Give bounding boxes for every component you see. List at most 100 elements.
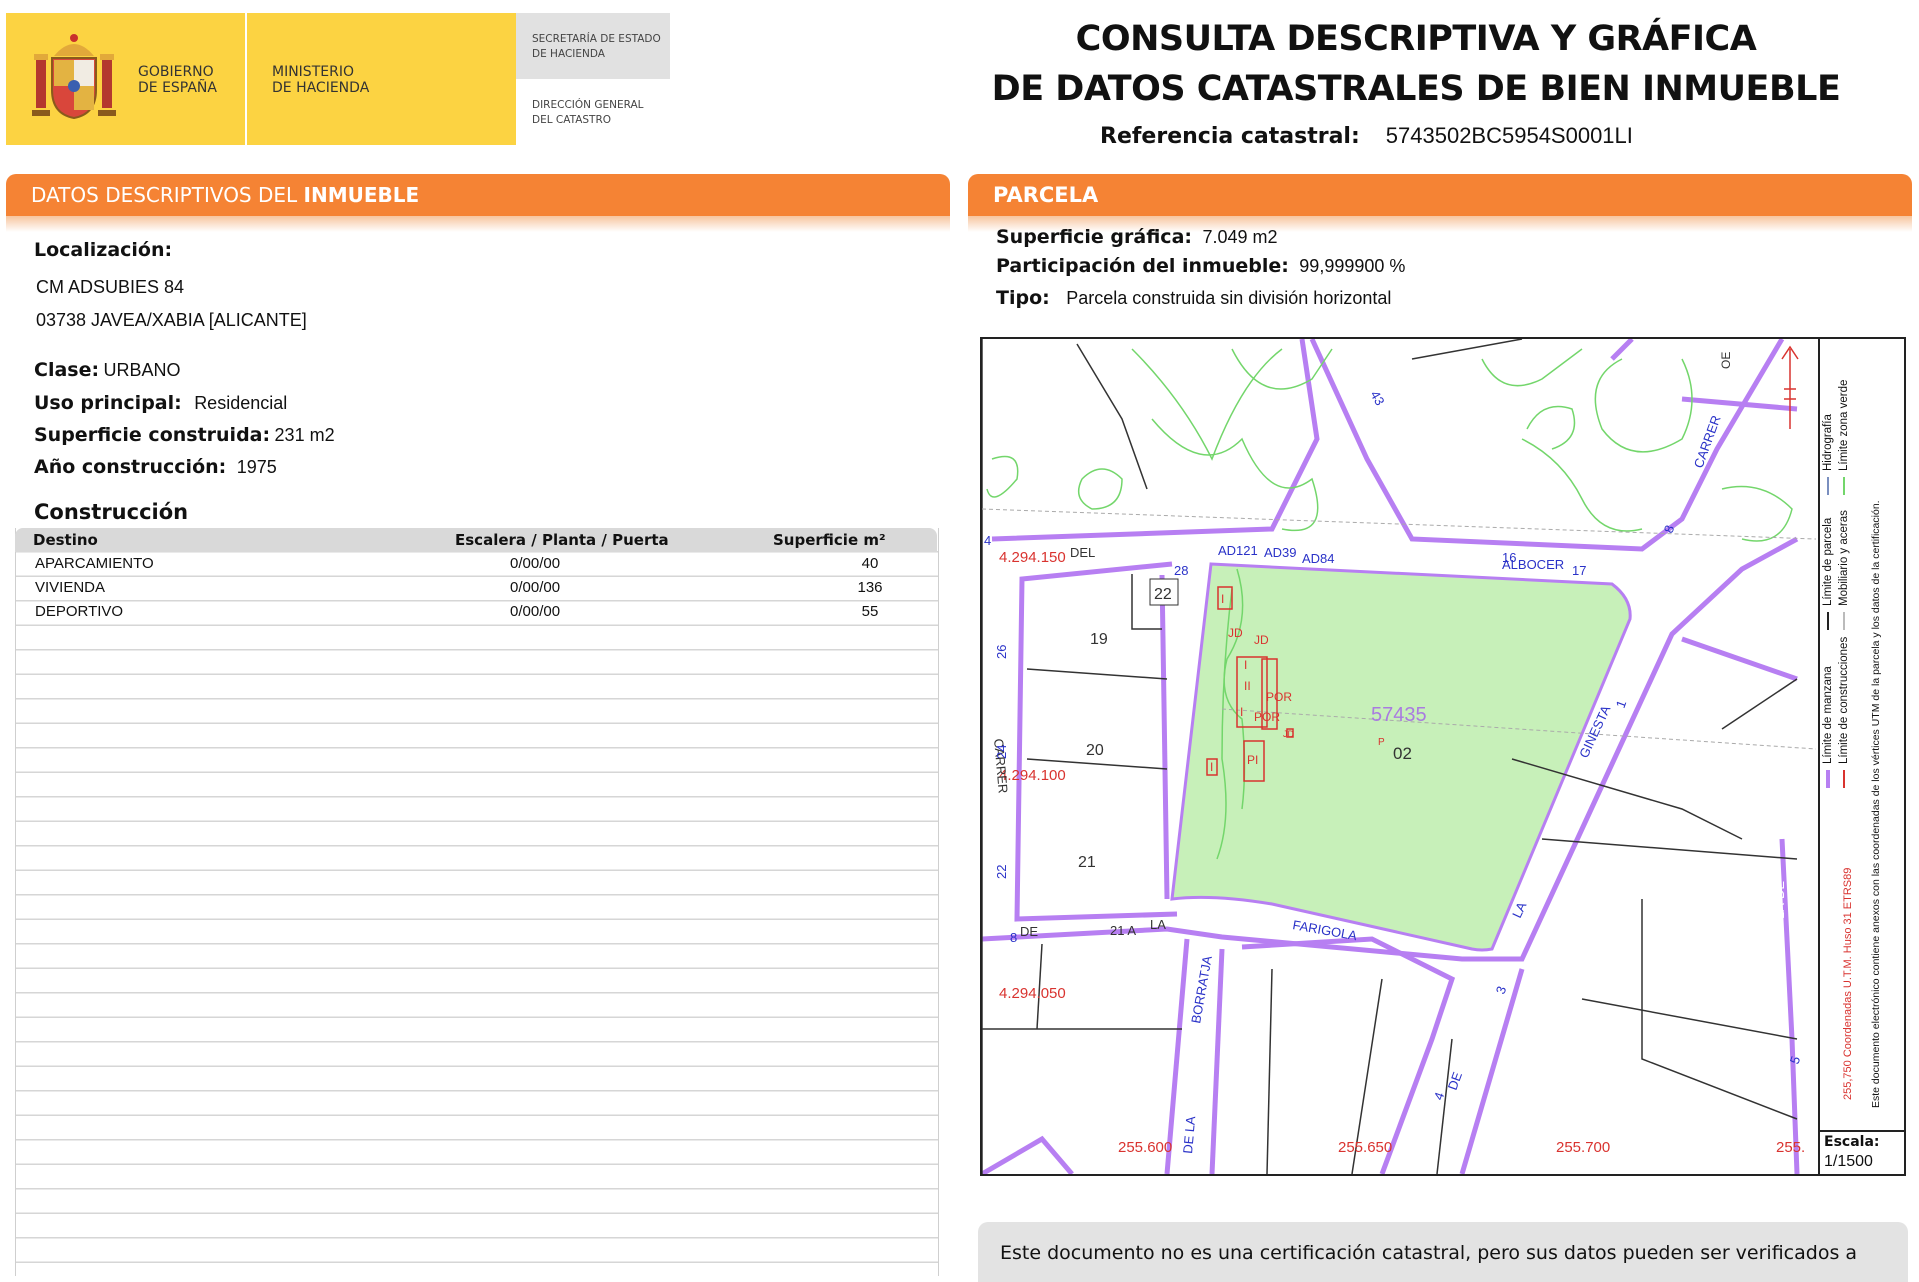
superficie-label: Superficie construida: — [34, 424, 271, 446]
plot-number: 3 — [1493, 984, 1510, 996]
logo-direccion-line1: DIRECCIÓN GENERAL — [532, 99, 644, 111]
x-coord-2: 255.650 — [1338, 1139, 1392, 1156]
tipo-label: Tipo: — [996, 287, 1050, 309]
plot-number: OE — [1719, 352, 1733, 369]
th-destino: Destino — [33, 531, 98, 549]
clase-row: Clase: URBANO — [34, 359, 181, 381]
uso-value: Residencial — [194, 393, 288, 413]
superficie-grafica-label: Superficie gráfica: — [996, 226, 1192, 248]
legend-mobiliario-text: Mobiliario y aceras — [1838, 510, 1850, 606]
anio-value: 1975 — [236, 457, 277, 477]
logo-ministerio: MINISTERIO DE HACIENDA — [272, 64, 369, 96]
participacion-value: 99,999900 % — [1299, 256, 1406, 276]
referencia-catastral: Referencia catastral: 5743502BC5954S0001L… — [1100, 123, 1633, 149]
plot-number: 17 — [1572, 563, 1586, 578]
section-header-parcela: PARCELA — [968, 174, 1912, 216]
referencia-label: Referencia catastral: — [1100, 124, 1360, 149]
legend-construcciones: Límite de construcciones — [1838, 637, 1850, 788]
building-label: I — [1244, 658, 1247, 672]
clase-label: Clase: — [34, 359, 100, 381]
table-row: APARCAMIENTO 0/00/00 40 — [15, 552, 937, 576]
construccion-title: Construcción — [34, 500, 189, 524]
street-label: DE — [1020, 924, 1038, 939]
building-label: JD — [1254, 633, 1269, 647]
section-header-datos-a: DATOS DESCRIPTIVOS DEL — [31, 183, 304, 207]
plot-number: 1 — [1613, 698, 1630, 710]
street-label: LA — [1150, 917, 1166, 932]
logo-direccion: DIRECCIÓN GENERAL DEL CATASTRO — [532, 98, 644, 128]
plot-number: 8 — [1010, 930, 1017, 945]
section-header-fade — [6, 216, 950, 232]
logo-direccion-line2: DEL CATASTRO — [532, 114, 612, 126]
cell-superficie: 40 — [861, 555, 879, 572]
participacion-row: Participación del inmueble: 99,999900 % — [996, 255, 1405, 277]
logo-secretaria-line1: SECRETARÍA DE ESTADO — [532, 33, 661, 45]
x-coord-3: 255.700 — [1556, 1139, 1610, 1156]
tipo-value: Parcela construida sin división horizont… — [1066, 288, 1392, 308]
street-label: AD39 — [1264, 545, 1297, 560]
section-header-datos: DATOS DESCRIPTIVOS DEL INMUEBLE — [6, 174, 950, 216]
superficie-grafica-value: 7.049 m2 — [1202, 227, 1278, 247]
cell-superficie: 55 — [861, 603, 879, 620]
street-label: LA — [1772, 903, 1787, 919]
street-label: DEL — [1070, 545, 1095, 560]
street-label: 21 A — [1110, 923, 1136, 938]
plot-number: 22 — [1154, 586, 1172, 603]
north-arrow-icon — [1781, 345, 1799, 429]
legend-mobiliario: Mobiliario y aceras — [1838, 510, 1850, 630]
plot-number: 28 — [1174, 563, 1188, 578]
verification-note-text: Este documento no es una certificación c… — [1000, 1242, 1858, 1264]
y-coord-1: 4.294.150 — [999, 549, 1066, 566]
cell-destino: DEPORTIVO — [35, 603, 124, 620]
building-label: POR — [1266, 690, 1292, 704]
cadastral-map-drawing[interactable]: 4.294.150 4.294.100 4.294.050 255.600 25… — [982, 339, 1816, 1174]
page-title-line2: DE DATOS CATASTRALES DE BIEN INMUEBLE — [991, 69, 1841, 109]
street-label: AD121 — [1218, 543, 1258, 558]
legend-parcela-text: Límite de parcela — [1822, 517, 1834, 606]
plot-number: 26 — [994, 645, 1009, 659]
building-label: I — [1240, 705, 1243, 719]
cell-escalera: 0/00/00 — [510, 579, 561, 596]
building-label: I — [1221, 592, 1224, 606]
plot-number: 4 — [1431, 1090, 1448, 1102]
legend-manzana-text: Límite de manzana — [1822, 666, 1834, 764]
referencia-value: 5743502BC5954S0001LI — [1385, 123, 1633, 148]
logo-gobierno-line2: DE ESPAÑA — [138, 80, 217, 96]
superficie-grafica-row: Superficie gráfica: 7.049 m2 — [996, 226, 1278, 248]
logo-secretaria-line2: DE HACIENDA — [532, 48, 605, 60]
table-row: DEPORTIVO 0/00/00 55 — [15, 600, 937, 624]
page-title-line1: CONSULTA DESCRIPTIVA Y GRÁFICA — [1075, 19, 1757, 59]
legend-hidrografia: Hidrografía — [1822, 414, 1834, 495]
building-label: POR — [1254, 710, 1280, 724]
localizacion-label: Localización: — [34, 239, 173, 261]
plot-number: 19 — [1090, 631, 1108, 648]
anio-label: Año construcción: — [34, 456, 227, 478]
building-label: JD — [1283, 729, 1295, 739]
building-label: JD — [1228, 626, 1243, 640]
coat-of-arms-icon — [32, 34, 116, 120]
legend-parcela: Límite de parcela — [1822, 518, 1834, 630]
subparcel-id-label: 02 — [1393, 744, 1412, 763]
map-scale: Escala: 1/1500 — [1818, 1130, 1906, 1176]
logo-ministerio-line2: DE HACIENDA — [272, 80, 370, 96]
building-label: I — [1210, 760, 1213, 774]
plot-number: 24 — [994, 745, 1009, 759]
tipo-row: Tipo: Parcela construida sin división ho… — [996, 287, 1391, 309]
legend-hidrografia-text: Hidrografía — [1822, 414, 1834, 471]
verification-note: Este documento no es una certificación c… — [978, 1222, 1908, 1282]
x-coord-1: 255.600 — [1118, 1139, 1172, 1156]
plot-number: 20 — [1086, 742, 1104, 759]
building-label: P — [1378, 737, 1385, 748]
table-row: VIVIENDA 0/00/00 136 — [15, 576, 937, 600]
cell-escalera: 0/00/00 — [510, 555, 561, 572]
anio-row: Año construcción: 1975 — [34, 456, 277, 478]
legend-zona-verde: Límite zona verde — [1838, 380, 1850, 495]
uso-row: Uso principal: Residencial — [34, 392, 287, 414]
address-line2: 03738 JAVEA/XABIA [ALICANTE] — [36, 310, 307, 330]
participacion-label: Participación del inmueble: — [996, 255, 1289, 277]
legend-zona-verde-text: Límite zona verde — [1838, 379, 1850, 471]
x-coord-4: 255. — [1776, 1139, 1805, 1156]
plot-number: 16 — [1502, 550, 1516, 565]
construccion-table — [15, 528, 939, 1276]
street-label: AD84 — [1302, 551, 1335, 566]
